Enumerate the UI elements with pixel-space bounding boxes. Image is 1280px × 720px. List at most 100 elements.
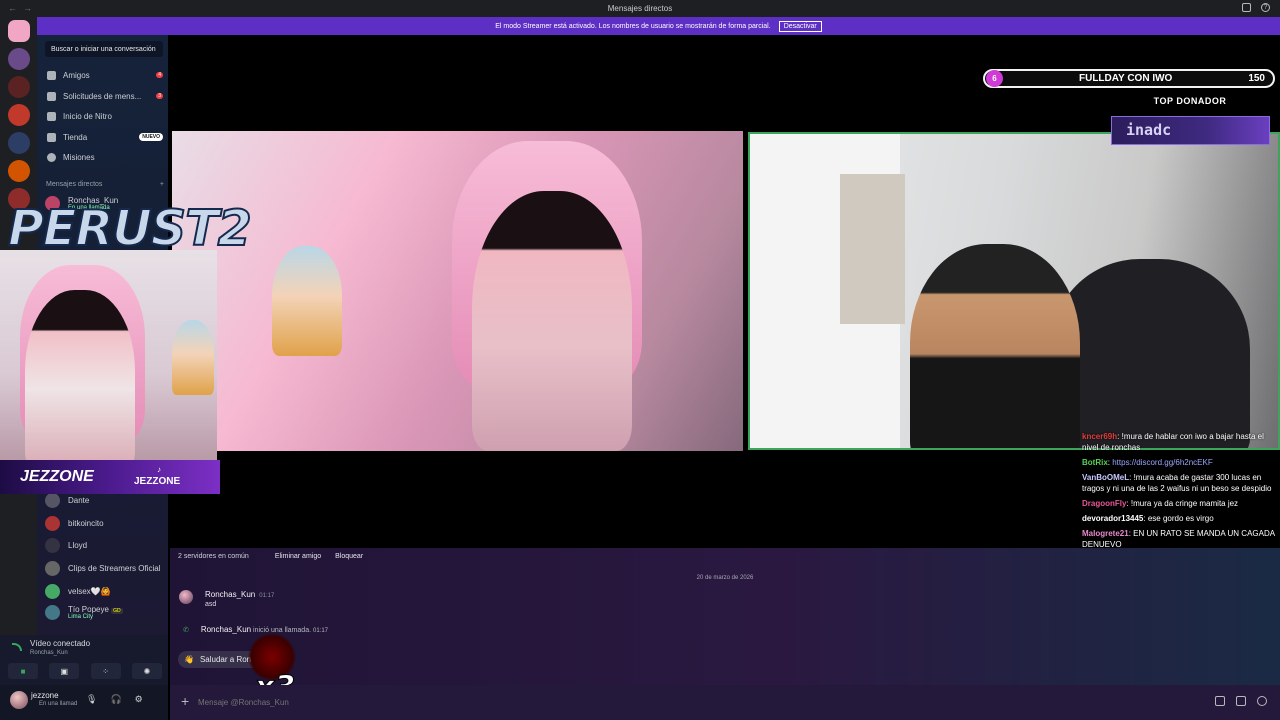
dm-item[interactable]: bitkoincito bbox=[45, 512, 169, 534]
message-input[interactable] bbox=[198, 694, 1098, 711]
tiktok-icon: ♪ bbox=[157, 465, 161, 474]
message-author[interactable]: Ronchas_Kun bbox=[201, 625, 251, 634]
nav-shop[interactable]: Tienda NUEVO bbox=[45, 128, 163, 146]
goal-title: FULLDAY CON IWO bbox=[1078, 73, 1173, 84]
server-icon[interactable] bbox=[7, 132, 30, 154]
conversation-search[interactable]: Buscar o iniciar una conversación bbox=[45, 41, 163, 57]
user-name: jezzone bbox=[31, 691, 59, 700]
add-dm-button[interactable]: + bbox=[160, 181, 164, 188]
message-author[interactable]: Ronchas_Kun bbox=[205, 590, 255, 599]
server-icon[interactable] bbox=[7, 160, 30, 182]
dm-item[interactable]: velsex🤍🙆 bbox=[45, 580, 169, 602]
server-icon[interactable] bbox=[7, 104, 30, 126]
quests-icon bbox=[47, 152, 56, 162]
user-panel: jezzone En una llamad 🎙 🎧 ⚙ bbox=[0, 685, 168, 720]
nitro-icon bbox=[47, 111, 56, 121]
person-shape bbox=[25, 290, 135, 460]
nav-label: Amigos bbox=[63, 70, 90, 80]
nav-label: Tienda bbox=[63, 132, 88, 142]
goal-bar: 6 FULLDAY CON IWO 150 bbox=[983, 69, 1275, 88]
window-title: Mensajes directos bbox=[607, 4, 673, 13]
camera-button[interactable]: ■ bbox=[8, 663, 38, 679]
dm-name: Tío Popeye bbox=[68, 604, 109, 614]
top-donor-box: inadc bbox=[1111, 116, 1270, 145]
profile-info-bar: 2 servidores en común Eliminar amigo Blo… bbox=[178, 553, 363, 560]
chat-link[interactable]: https://discord.gg/6h2ncEKF bbox=[1112, 458, 1213, 467]
dm-name: Lloyd bbox=[68, 540, 88, 550]
voice-status: Vídeo conectado bbox=[30, 639, 91, 648]
activities-button[interactable]: ⁘ bbox=[90, 663, 121, 679]
avatar bbox=[45, 492, 60, 508]
call-system-message: ✆ Ronchas_Kun inició una llamada. 01:17 bbox=[183, 625, 328, 634]
dm-header-label: Mensajes directos bbox=[46, 181, 103, 188]
chat-text: !mura ya da cringe mamita jez bbox=[1130, 499, 1239, 508]
nav-message-requests[interactable]: Solicitudes de mens... 3 bbox=[45, 87, 163, 105]
dm-item[interactable]: Lloyd bbox=[45, 534, 169, 556]
dm-name: Clips de Streamers Oficial bbox=[68, 563, 161, 573]
goal-value: 150 bbox=[1248, 73, 1265, 84]
signal-icon bbox=[12, 643, 22, 651]
title-bar: ←→ Mensajes directos ? bbox=[0, 0, 1280, 17]
avatar bbox=[45, 583, 60, 599]
chat-message: kncer69h: !mura de hablar con iwo a baja… bbox=[1082, 432, 1264, 452]
system-text: inició una llamada. bbox=[253, 627, 312, 634]
avatar[interactable] bbox=[179, 590, 193, 604]
server-icon[interactable] bbox=[7, 48, 30, 70]
mail-icon bbox=[47, 91, 56, 101]
dm-status: Lima City bbox=[68, 613, 94, 620]
block-button[interactable]: Bloquear bbox=[335, 553, 363, 560]
soundboard-button[interactable]: ✺ bbox=[131, 663, 162, 679]
nav-quests[interactable]: Misiones bbox=[45, 148, 163, 166]
person-shape bbox=[910, 244, 1080, 448]
mutual-servers[interactable]: 2 servidores en común bbox=[178, 553, 249, 560]
video-tile-jezzone[interactable] bbox=[172, 131, 743, 451]
user-avatar[interactable] bbox=[10, 691, 28, 709]
top-donor-label: TOP DONADOR bbox=[1153, 96, 1227, 106]
dm-item[interactable]: Clips de Streamers Oficial bbox=[45, 557, 169, 579]
friends-icon bbox=[47, 70, 56, 80]
gift-icon[interactable] bbox=[1215, 696, 1225, 706]
back-forward-arrows[interactable]: ←→ bbox=[8, 3, 38, 13]
gear-icon[interactable]: ⚙ bbox=[135, 694, 143, 705]
disable-streamer-button[interactable]: Desactivar bbox=[778, 20, 822, 32]
mic-icon[interactable]: 🎙 bbox=[86, 694, 97, 705]
gif-icon[interactable] bbox=[1236, 696, 1246, 706]
video-tile-ronchas[interactable] bbox=[748, 132, 1280, 450]
screen-share-button[interactable]: ▣ bbox=[49, 663, 80, 679]
avatar bbox=[45, 537, 60, 553]
chat-user: VanBoOMeL bbox=[1082, 473, 1130, 482]
dm-home-icon[interactable] bbox=[7, 20, 30, 42]
nav-label: Inicio de Nitro bbox=[63, 111, 112, 121]
brand-handle: JEZZONE bbox=[134, 476, 181, 487]
chat-text: ese gordo es virgo bbox=[1147, 514, 1214, 523]
date-separator: 20 de marzo de 2026 bbox=[696, 575, 754, 581]
chat-user: DragoonFly bbox=[1082, 499, 1127, 508]
wave-label: Saludar a Ron bbox=[199, 655, 252, 664]
nav-nitro[interactable]: Inicio de Nitro bbox=[45, 107, 163, 125]
dm-item[interactable]: Tío Popeye GD Lima City bbox=[45, 601, 169, 623]
brand-banner: JEZZONE ♪ JEZZONE bbox=[0, 460, 220, 494]
chair-shape bbox=[1050, 259, 1250, 448]
facecam-overlay bbox=[0, 250, 217, 460]
user-status: En una llamad bbox=[39, 701, 78, 707]
emoji-icon[interactable] bbox=[1257, 696, 1267, 706]
avatar bbox=[45, 604, 60, 620]
avatar bbox=[45, 515, 60, 531]
new-badge: NUEVO bbox=[139, 133, 163, 141]
message-time: 01:17 bbox=[259, 593, 275, 599]
top-donor-name: inadc bbox=[1126, 121, 1172, 139]
remove-friend-button[interactable]: Eliminar amigo bbox=[275, 553, 321, 560]
message-composer: + bbox=[170, 685, 1280, 720]
nav-label: Misiones bbox=[63, 152, 95, 162]
message: Ronchas_Kun 01:17 asd bbox=[179, 590, 274, 608]
headphones-icon[interactable]: 🎧 bbox=[110, 694, 121, 705]
nav-friends[interactable]: Amigos 4 bbox=[45, 66, 163, 84]
inbox-icon[interactable] bbox=[1242, 3, 1251, 12]
banner-text: El modo Streamer está activado. Los nomb… bbox=[495, 22, 771, 30]
help-icon[interactable]: ? bbox=[1261, 3, 1270, 12]
phone-icon: ✆ bbox=[183, 627, 189, 634]
server-icon[interactable] bbox=[7, 76, 30, 98]
figurine-shape bbox=[272, 246, 342, 356]
attach-button[interactable]: + bbox=[181, 693, 189, 709]
dm-name: Dante bbox=[68, 495, 90, 505]
